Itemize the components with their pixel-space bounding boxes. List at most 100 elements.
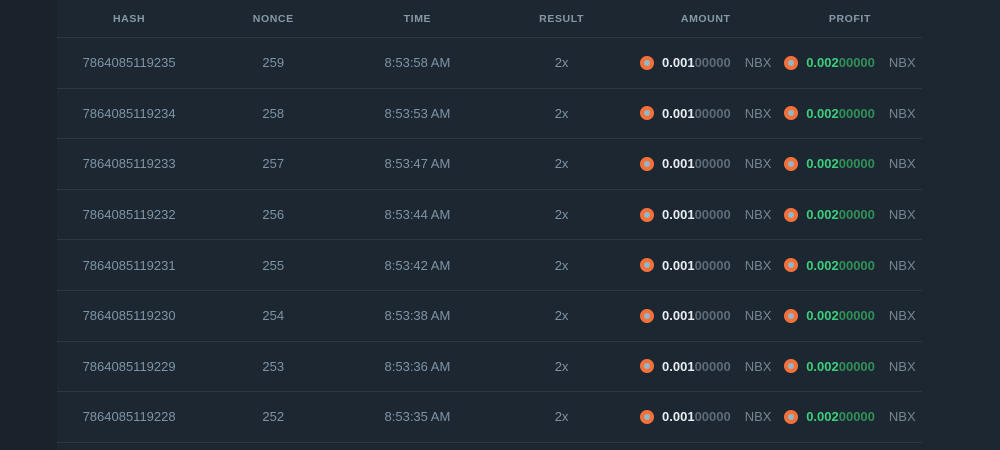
bet-row[interactable]: 7864085119235 259 8:53:58 AM 2x 0.001000… xyxy=(57,38,922,89)
amount-value: 0.00100000 xyxy=(662,156,731,172)
profit-cell: 0.00200000 NBX xyxy=(778,258,922,273)
amount-value: 0.00100000 xyxy=(662,358,731,374)
time-value: 8:53:35 AM xyxy=(384,409,451,425)
hash-value: 7864085119235 xyxy=(82,55,176,71)
profit-value: 0.00200000 xyxy=(806,207,875,223)
result-value: 2x xyxy=(554,207,569,223)
nonce-value: 259 xyxy=(262,55,285,71)
nonce-value: 258 xyxy=(262,105,285,121)
profit-cell: 0.00200000 NBX xyxy=(778,308,922,323)
time-value: 8:53:47 AM xyxy=(384,156,451,172)
nbx-coin-icon xyxy=(640,156,655,171)
time-value: 8:53:36 AM xyxy=(384,358,451,374)
column-header-hash: HASH xyxy=(113,12,146,25)
amount-cell: 0.00100000 NBX xyxy=(634,308,778,323)
bet-row[interactable]: 7864085119232 256 8:53:44 AM 2x 0.001000… xyxy=(57,190,922,241)
profit-cell: 0.00200000 NBX xyxy=(778,207,922,222)
bet-history-panel: HASH NONCE TIME RESULT AMOUNT PROFIT 786… xyxy=(57,0,1000,450)
nbx-coin-icon xyxy=(640,106,655,121)
amount-cell: 0.00100000 NBX xyxy=(634,207,778,222)
time-value: 8:53:38 AM xyxy=(384,308,451,324)
profit-cell: 0.00200000 NBX xyxy=(778,55,922,70)
hash-value: 7864085119229 xyxy=(82,358,176,374)
column-header-profit: PROFIT xyxy=(828,12,871,25)
column-header-result: RESULT xyxy=(539,12,584,25)
result-value: 2x xyxy=(554,308,569,324)
column-header-amount: AMOUNT xyxy=(680,12,731,25)
profit-value: 0.00200000 xyxy=(806,308,875,324)
nonce-value: 253 xyxy=(262,358,285,374)
nbx-coin-icon xyxy=(784,106,799,121)
hash-value: 7864085119233 xyxy=(82,156,176,172)
amount-value: 0.00100000 xyxy=(662,257,731,273)
table-body: 7864085119235 259 8:53:58 AM 2x 0.001000… xyxy=(57,38,922,443)
profit-currency-label: NBX xyxy=(888,55,916,71)
amount-currency-label: NBX xyxy=(744,105,772,121)
hash-value: 7864085119234 xyxy=(82,105,176,121)
profit-currency-label: NBX xyxy=(888,257,916,273)
hash-value: 7864085119230 xyxy=(82,308,176,324)
nbx-coin-icon xyxy=(784,258,799,273)
profit-value: 0.00200000 xyxy=(806,358,875,374)
bet-row[interactable]: 7864085119229 253 8:53:36 AM 2x 0.001000… xyxy=(57,342,922,393)
amount-cell: 0.00100000 NBX xyxy=(634,156,778,171)
amount-currency-label: NBX xyxy=(744,257,772,273)
profit-cell: 0.00200000 NBX xyxy=(778,359,922,374)
result-value: 2x xyxy=(554,257,569,273)
hash-value: 7864085119231 xyxy=(82,257,176,273)
hash-value: 7864085119228 xyxy=(82,409,176,425)
amount-currency-label: NBX xyxy=(744,207,772,223)
column-header-time: TIME xyxy=(403,12,432,25)
amount-currency-label: NBX xyxy=(744,156,772,172)
amount-cell: 0.00100000 NBX xyxy=(634,258,778,273)
amount-value: 0.00100000 xyxy=(662,308,731,324)
result-value: 2x xyxy=(554,409,569,425)
amount-cell: 0.00100000 NBX xyxy=(634,55,778,70)
result-value: 2x xyxy=(554,55,569,71)
nbx-coin-icon xyxy=(640,207,655,222)
profit-currency-label: NBX xyxy=(888,207,916,223)
result-value: 2x xyxy=(554,358,569,374)
nonce-value: 256 xyxy=(262,207,285,223)
nonce-value: 257 xyxy=(262,156,285,172)
nbx-coin-icon xyxy=(784,156,799,171)
time-value: 8:53:53 AM xyxy=(384,105,451,121)
column-header-nonce: NONCE xyxy=(252,12,294,25)
nbx-coin-icon xyxy=(640,308,655,323)
bet-row[interactable]: 7864085119234 258 8:53:53 AM 2x 0.001000… xyxy=(57,89,922,140)
nbx-coin-icon xyxy=(784,308,799,323)
bet-history-table: HASH NONCE TIME RESULT AMOUNT PROFIT 786… xyxy=(57,0,922,443)
nonce-value: 255 xyxy=(262,257,285,273)
nbx-coin-icon xyxy=(640,359,655,374)
amount-value: 0.00100000 xyxy=(662,105,731,121)
profit-currency-label: NBX xyxy=(888,308,916,324)
bet-row[interactable]: 7864085119230 254 8:53:38 AM 2x 0.001000… xyxy=(57,291,922,342)
profit-value: 0.00200000 xyxy=(806,257,875,273)
profit-value: 0.00200000 xyxy=(806,156,875,172)
bet-row[interactable]: 7864085119231 255 8:53:42 AM 2x 0.001000… xyxy=(57,240,922,291)
nbx-coin-icon xyxy=(640,55,655,70)
result-value: 2x xyxy=(554,105,569,121)
amount-currency-label: NBX xyxy=(744,409,772,425)
profit-currency-label: NBX xyxy=(888,358,916,374)
nonce-value: 254 xyxy=(262,308,285,324)
hash-value: 7864085119232 xyxy=(82,207,176,223)
nbx-coin-icon xyxy=(784,55,799,70)
profit-value: 0.00200000 xyxy=(806,105,875,121)
time-value: 8:53:44 AM xyxy=(384,207,451,223)
amount-value: 0.00100000 xyxy=(662,409,731,425)
amount-cell: 0.00100000 NBX xyxy=(634,359,778,374)
profit-cell: 0.00200000 NBX xyxy=(778,409,922,424)
profit-cell: 0.00200000 NBX xyxy=(778,156,922,171)
bet-row[interactable]: 7864085119233 257 8:53:47 AM 2x 0.001000… xyxy=(57,139,922,190)
time-value: 8:53:58 AM xyxy=(384,55,451,71)
profit-value: 0.00200000 xyxy=(806,55,875,71)
amount-currency-label: NBX xyxy=(744,55,772,71)
profit-currency-label: NBX xyxy=(888,409,916,425)
nbx-coin-icon xyxy=(784,207,799,222)
nbx-coin-icon xyxy=(640,258,655,273)
nbx-coin-icon xyxy=(784,359,799,374)
profit-value: 0.00200000 xyxy=(806,409,875,425)
profit-currency-label: NBX xyxy=(888,105,916,121)
bet-row[interactable]: 7864085119228 252 8:53:35 AM 2x 0.001000… xyxy=(57,392,922,443)
